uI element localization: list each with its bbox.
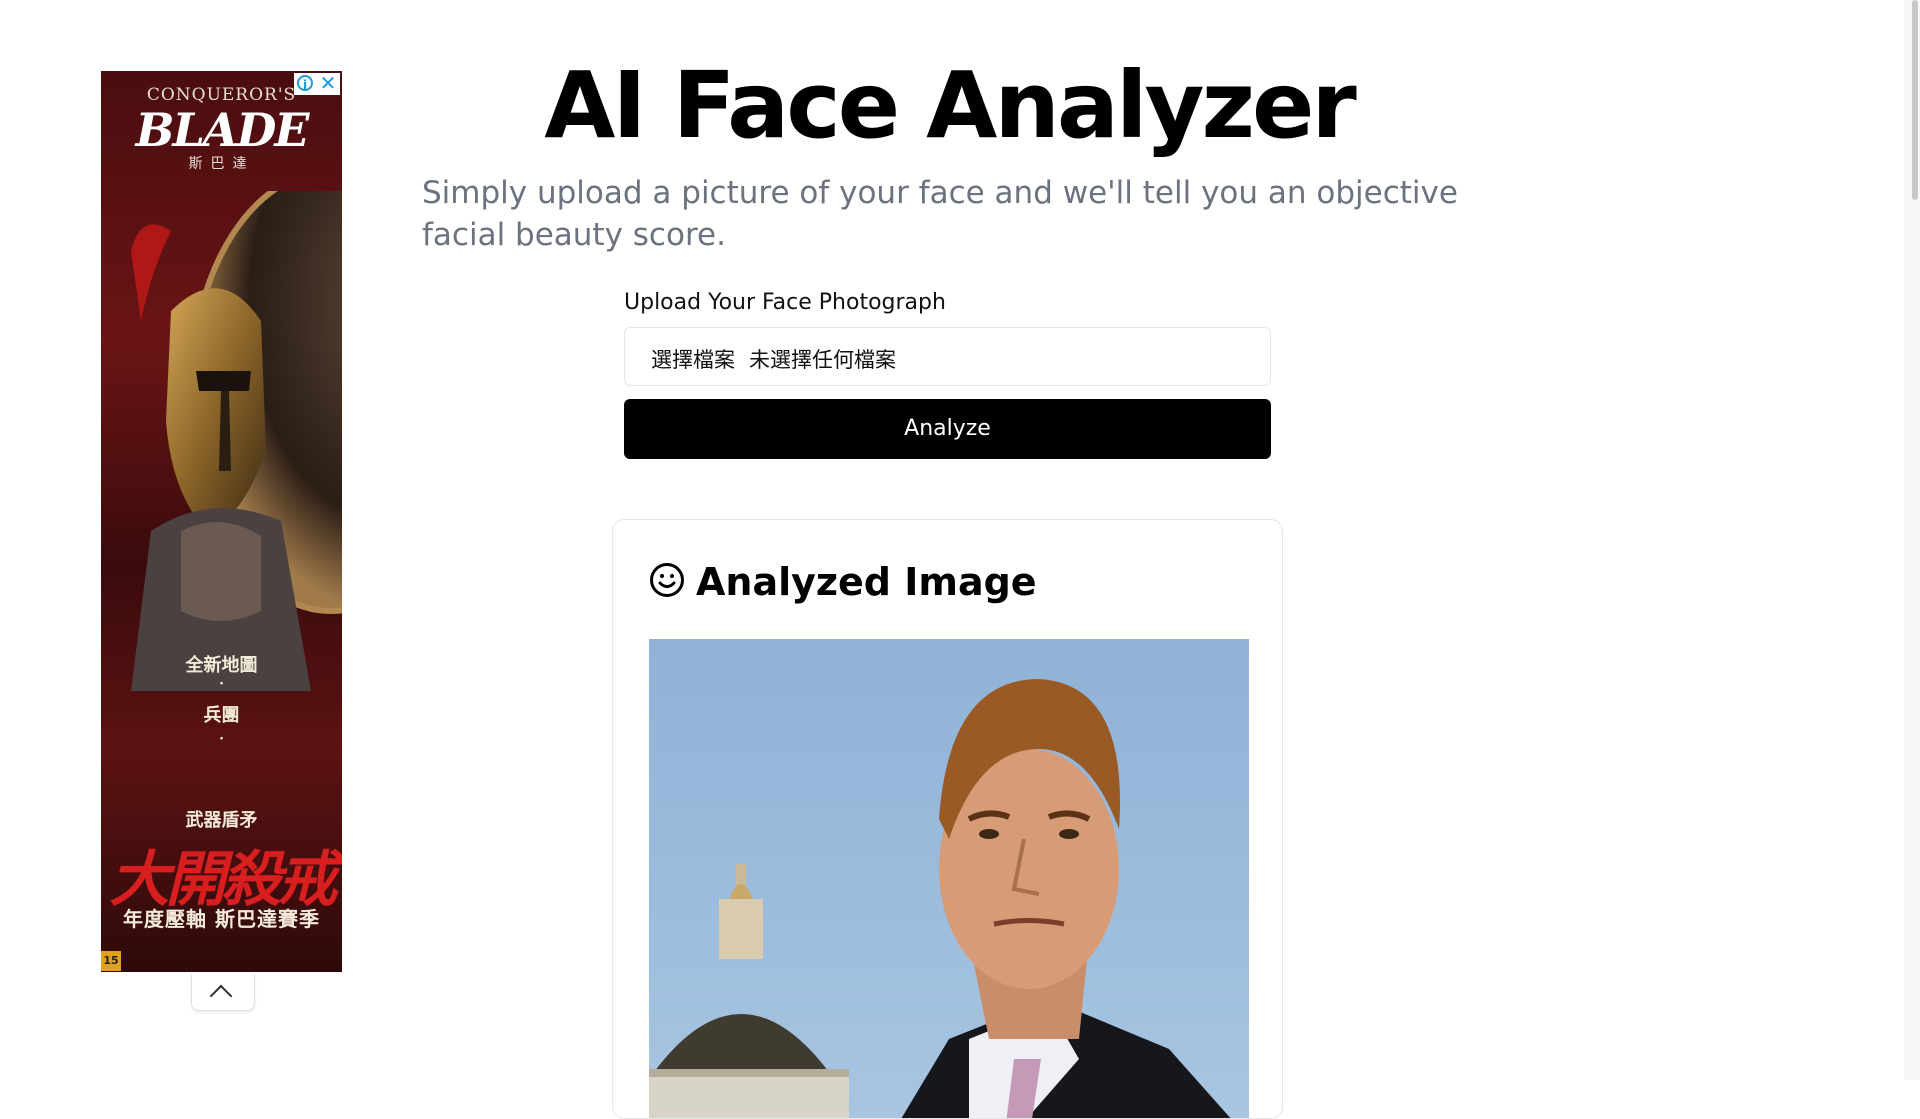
analyze-button[interactable]: Analyze xyxy=(624,399,1271,459)
file-upload-input[interactable]: 選擇檔案 未選擇任何檔案 xyxy=(624,327,1271,386)
analyzed-face-image xyxy=(649,639,1249,1118)
ad-collapse-button[interactable] xyxy=(191,974,255,1011)
ad-separator-dot: · xyxy=(219,676,224,692)
ad-tagline: 年度壓軸 斯巴達賽季 xyxy=(123,907,320,931)
scrollbar-thumb[interactable] xyxy=(1912,0,1918,200)
advertisement-banner[interactable]: CONQUEROR'S BLADE 斯巴達 i ✕ 全新地圖 · 兵團 · 武器… xyxy=(101,71,342,972)
ad-text-line2: 兵團 xyxy=(203,705,240,726)
card-title: Analyzed Image xyxy=(696,560,1037,604)
ad-warrior-image xyxy=(131,191,342,691)
age-rating-badge: 15 xyxy=(101,951,121,971)
page-title: AI Face Analyzer xyxy=(544,52,1357,159)
upload-label: Upload Your Face Photograph xyxy=(624,290,946,315)
ad-separator-dot: · xyxy=(219,731,224,747)
file-status-text: 未選擇任何檔案 xyxy=(749,348,896,372)
smile-icon xyxy=(650,563,684,597)
ad-text-line1: 全新地圖 xyxy=(185,655,258,676)
analyzed-image-card: Analyzed Image xyxy=(612,519,1283,1119)
choose-file-button[interactable]: 選擇檔案 xyxy=(651,344,735,374)
page-subtitle: Simply upload a picture of your face and… xyxy=(422,175,1458,253)
chevron-up-icon xyxy=(209,984,233,1008)
ad-text-line3: 武器盾矛 xyxy=(185,810,258,831)
